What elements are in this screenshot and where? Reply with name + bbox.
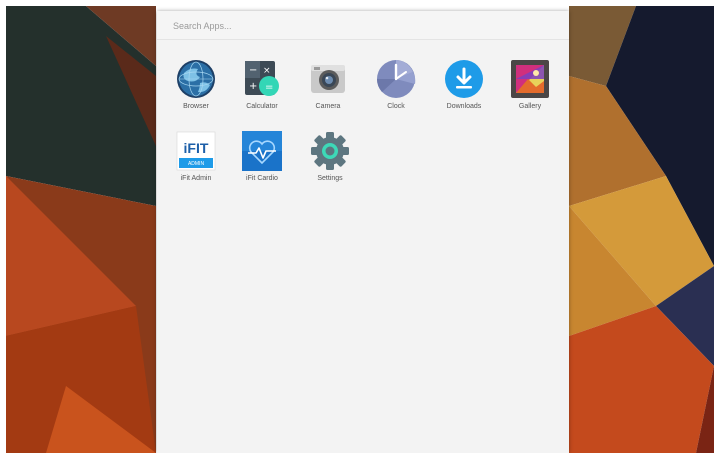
app-browser[interactable]: Browser (164, 59, 228, 121)
app-label: Calculator (246, 103, 278, 110)
svg-text:=: = (265, 82, 273, 93)
app-label: Browser (183, 103, 209, 110)
ifit-admin-icon: iFIT ADMIN (176, 131, 216, 171)
app-gallery[interactable]: Gallery (498, 59, 562, 121)
svg-text:×: × (263, 66, 271, 76)
app-ifit-admin[interactable]: iFIT ADMIN iFit Admin (164, 131, 228, 193)
app-label: Settings (317, 175, 343, 182)
globe-icon (177, 60, 215, 98)
download-icon (445, 60, 483, 98)
svg-text:−: − (249, 65, 257, 76)
app-camera[interactable]: Camera (296, 59, 360, 121)
app-label: Gallery (518, 103, 542, 110)
camera-icon (311, 65, 345, 93)
settings-icon (311, 132, 349, 170)
app-label: Clock (387, 103, 405, 110)
app-settings[interactable]: Settings (298, 131, 362, 193)
calculator-icon: − × + = (245, 61, 279, 96)
app-label: iFit Cardio (246, 175, 278, 182)
ifit-logo-text: iFIT (184, 140, 209, 156)
ifit-logo-subtext: ADMIN (188, 161, 205, 167)
clock-icon (376, 60, 416, 98)
app-ifit-cardio[interactable]: iFit Cardio (230, 131, 294, 193)
home-screen: Search Apps... Browser − × + = Calculato… (6, 6, 714, 453)
app-label: Camera (315, 103, 341, 110)
app-clock[interactable]: Clock (364, 59, 428, 121)
app-calculator[interactable]: − × + = Calculator (230, 59, 294, 121)
search-bar: Search Apps... (157, 11, 569, 40)
app-label: iFit Admin (180, 175, 212, 182)
ifit-cardio-icon (242, 131, 282, 171)
app-label: Downloads (446, 103, 482, 110)
app-drawer: Search Apps... Browser − × + = Calculato… (157, 11, 569, 453)
search-apps-input[interactable]: Search Apps... (173, 18, 543, 34)
app-downloads[interactable]: Downloads (432, 59, 496, 121)
gallery-icon (511, 60, 549, 98)
svg-text:+: + (249, 81, 257, 92)
